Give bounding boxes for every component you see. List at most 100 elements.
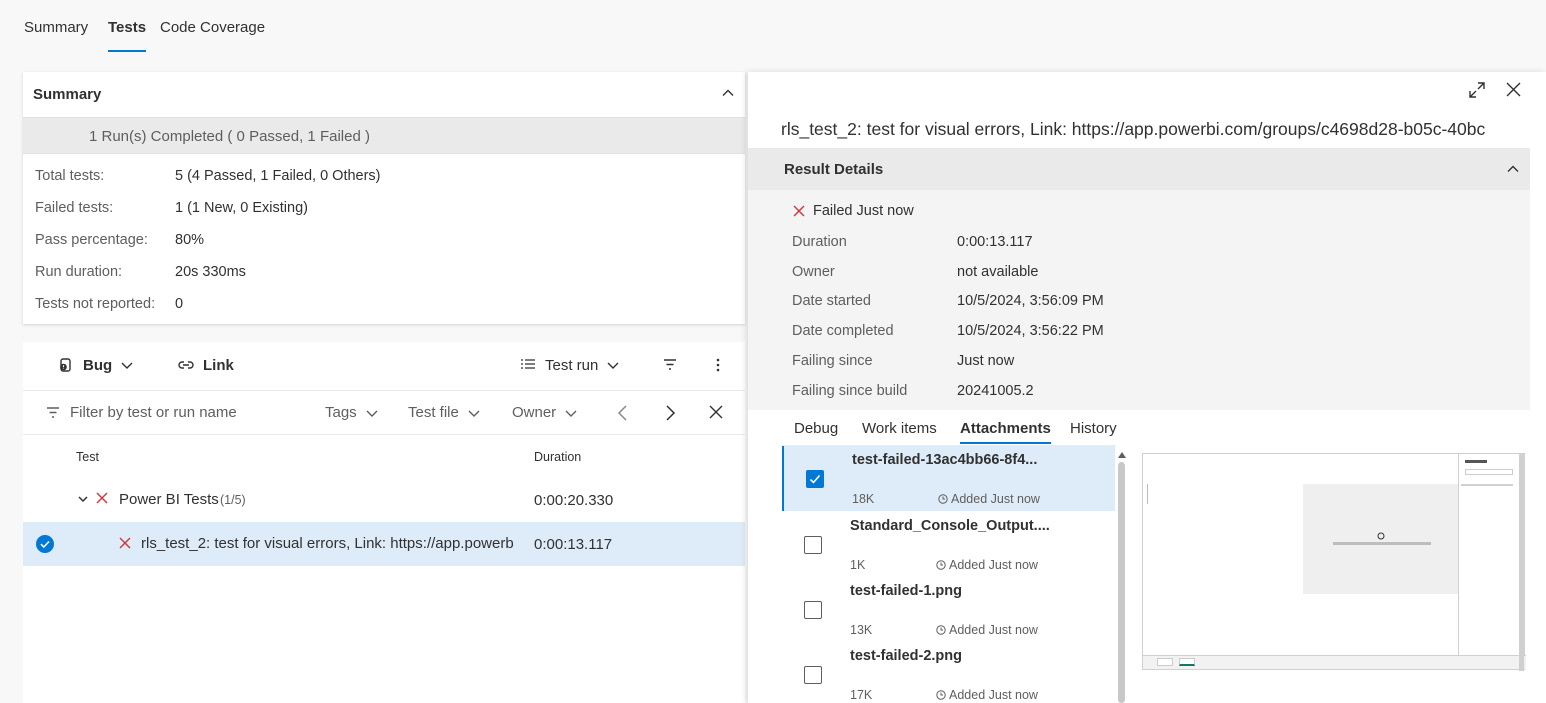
duration-label: Duration [792, 234, 847, 250]
attachment-size: 18K [852, 492, 875, 506]
tab-code-coverage[interactable]: Code Coverage [160, 19, 265, 36]
attachment-item[interactable]: test-failed-1.png 13K Added Just now [782, 577, 1115, 642]
fail-x-icon [119, 537, 131, 549]
filter-input[interactable]: Filter by test or run name [70, 404, 237, 421]
expand-icon[interactable] [1468, 81, 1486, 99]
more-options-button[interactable] [713, 354, 723, 376]
result-status: Failed Just now [813, 203, 914, 219]
result-details-header[interactable]: Result Details [748, 148, 1530, 190]
failing-since-build-value: 20241005.2 [957, 383, 1034, 399]
failing-since-label: Failing since [792, 353, 873, 369]
tab-debug[interactable]: Debug [794, 420, 838, 437]
test-group-duration: 0:00:20.330 [534, 492, 614, 509]
preview-canvas [1303, 484, 1460, 594]
tab-code-coverage-label: Code Coverage [160, 19, 266, 36]
preview-page-tab [1157, 658, 1173, 666]
attachment-checkbox[interactable] [806, 470, 824, 488]
attachment-size: 1K [850, 558, 866, 572]
chevron-up-icon[interactable] [1506, 162, 1520, 176]
tab-attachments[interactable]: Attachments [960, 420, 1051, 444]
test-run-dropdown[interactable]: Test run [519, 354, 620, 376]
close-icon[interactable] [1506, 82, 1521, 97]
owner-label: Owner [792, 264, 835, 280]
attachment-added-text: Added Just now [949, 623, 1038, 637]
date-started-label: Date started [792, 293, 871, 309]
active-tab-indicator [108, 50, 147, 52]
chevron-up-icon[interactable] [721, 86, 735, 100]
link-button[interactable]: Link [177, 354, 234, 376]
run-status-banner: 1 Run(s) Completed ( 0 Passed, 1 Failed … [23, 117, 745, 154]
column-header-test[interactable]: Test [76, 450, 99, 464]
failed-tests-label: Failed tests: [35, 200, 114, 216]
pass-percentage-value: 80% [175, 232, 205, 248]
owner-value: not available [957, 264, 1039, 280]
preview-message-line [1333, 542, 1431, 545]
result-details-section: Result Details Failed Just now Duration … [748, 148, 1530, 410]
preview-filters-heading [1465, 460, 1487, 463]
test-file-filter-dropdown[interactable]: Test file [408, 404, 481, 421]
summary-title: Summary [33, 86, 102, 103]
tests-not-reported-value: 0 [175, 296, 184, 312]
clock-icon [936, 690, 946, 700]
test-group-name: Power BI Tests [119, 491, 219, 508]
test-group-row[interactable]: Power BI Tests (1/5) 0:00:20.330 [23, 479, 745, 521]
attachment-item[interactable]: test-failed-13ac4bb66-8f4... 18K Added J… [782, 446, 1115, 511]
attachment-added-text: Added Just now [949, 558, 1038, 572]
column-header-duration[interactable]: Duration [534, 450, 581, 464]
attachment-name: test-failed-2.png [850, 648, 962, 664]
tags-filter-label: Tags [325, 404, 357, 421]
scrollbar-thumb[interactable] [1118, 462, 1125, 703]
pass-percentage-label: Pass percentage: [35, 232, 148, 248]
top-tab-bar: Summary Tests Code Coverage [0, 0, 1546, 60]
chevron-left-icon[interactable] [615, 404, 631, 422]
tab-tests-label: Tests [108, 19, 147, 36]
attachment-checkbox[interactable] [804, 601, 822, 619]
date-started-value: 10/5/2024, 3:56:09 PM [957, 293, 1104, 309]
result-details-title: Result Details [784, 161, 884, 178]
tab-summary[interactable]: Summary [24, 19, 88, 36]
chevron-down-icon[interactable] [77, 493, 89, 505]
chevron-down-icon [365, 406, 379, 420]
owner-filter-dropdown[interactable]: Owner [512, 404, 578, 421]
attachment-name: Standard_Console_Output.... [850, 518, 1050, 534]
failing-since-value: Just now [957, 353, 1015, 369]
bug-button-label: Bug [83, 356, 113, 374]
date-completed-label: Date completed [792, 323, 894, 339]
preview-page-tab [1179, 658, 1195, 666]
tags-filter-dropdown[interactable]: Tags [325, 404, 379, 421]
clock-icon [936, 625, 946, 635]
total-tests-value: 5 (4 Passed, 1 Failed, 0 Others) [175, 168, 381, 184]
attachments-list: test-failed-13ac4bb66-8f4... 18K Added J… [782, 445, 1116, 703]
filter-icon [662, 357, 678, 373]
date-completed-value: 10/5/2024, 3:56:22 PM [957, 323, 1104, 339]
attachment-added: Added Just now [936, 558, 1038, 572]
attachment-size: 17K [850, 688, 873, 702]
test-result-name: rls_test_2: test for visual errors, Link… [141, 535, 514, 552]
active-tab-indicator [960, 442, 1051, 444]
tab-work-items[interactable]: Work items [862, 420, 937, 437]
filter-toggle-button[interactable] [662, 354, 678, 376]
tab-tests[interactable]: Tests [108, 19, 147, 52]
attachment-checkbox[interactable] [804, 666, 822, 684]
run-duration-label: Run duration: [35, 264, 123, 280]
owner-filter-label: Owner [512, 404, 557, 421]
attachment-checkbox[interactable] [804, 536, 822, 554]
attachment-item[interactable]: test-failed-2.png 17K Added Just now [782, 642, 1115, 703]
result-detail-panel: rls_test_2: test for visual errors, Link… [748, 72, 1546, 703]
attachment-item[interactable]: Standard_Console_Output.... 1K Added Jus… [782, 512, 1115, 577]
test-file-filter-label: Test file [408, 404, 459, 421]
result-title: rls_test_2: test for visual errors, Link… [781, 119, 1486, 139]
close-icon[interactable] [709, 405, 723, 419]
checkmark-icon[interactable] [36, 535, 54, 553]
fail-x-icon [96, 492, 108, 504]
chevron-down-icon [120, 358, 134, 372]
clock-icon [938, 494, 948, 504]
test-result-duration: 0:00:13.117 [534, 536, 613, 553]
test-results-panel: Bug Link Test run Filter by test or run … [23, 342, 745, 703]
tab-history[interactable]: History [1070, 420, 1117, 437]
test-result-row[interactable]: rls_test_2: test for visual errors, Link… [23, 522, 745, 566]
attachment-name: test-failed-1.png [850, 583, 962, 599]
chevron-right-icon[interactable] [662, 404, 678, 422]
bug-button[interactable]: Bug [57, 354, 134, 376]
attachment-added: Added Just now [938, 492, 1040, 506]
